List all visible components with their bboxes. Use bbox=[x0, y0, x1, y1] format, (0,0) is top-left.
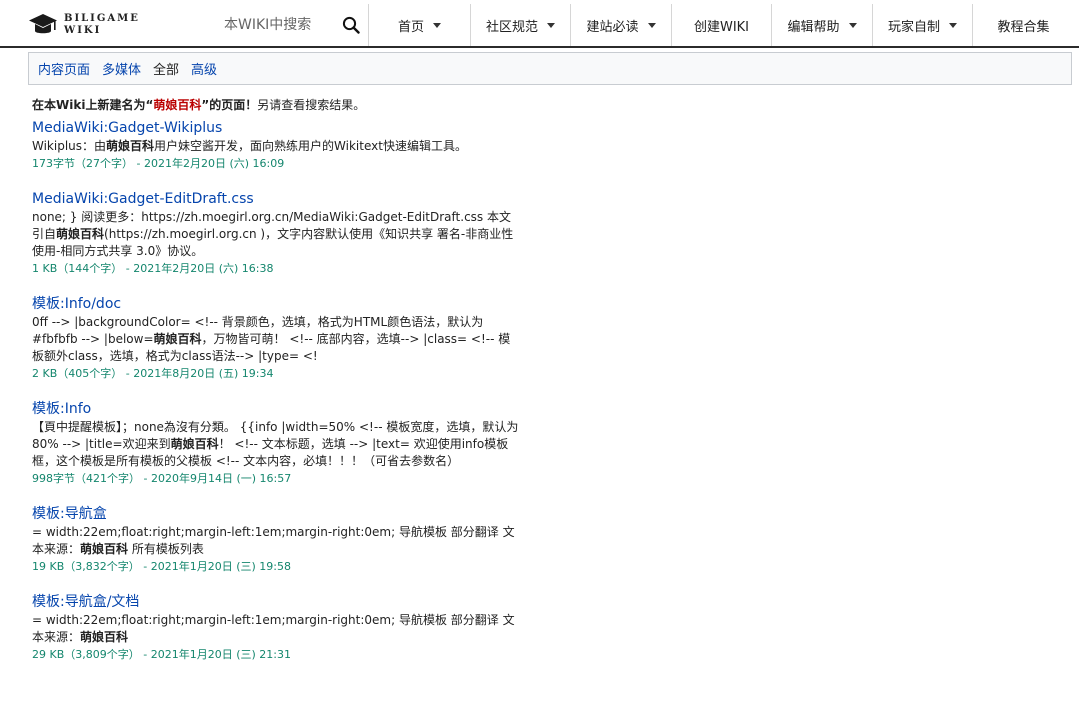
search-results: 在本Wiki上新建名为“萌娘百科”的页面！另请查看搜索结果。 MediaWiki… bbox=[32, 96, 522, 664]
search-result: MediaWiki:Gadget-EditDraft.css none; } 阅读… bbox=[32, 189, 522, 278]
nav-item-label: 创建WIKI bbox=[693, 19, 750, 35]
search-profile-link[interactable]: 高级 bbox=[191, 59, 217, 78]
result-snippet: 【頁中提醒模板】；none為沒有分類。 {{info |width=50% <!… bbox=[32, 419, 522, 470]
result-meta: 998字节（421个字） - 2020年9月14日 (一) 16:57 bbox=[32, 472, 292, 485]
nav-item[interactable]: 建站必读 bbox=[570, 4, 671, 46]
snippet-match: 萌娘百科 bbox=[170, 437, 219, 451]
nav-item[interactable]: 编辑帮助 bbox=[771, 4, 872, 46]
result-snippet: none; } 阅读更多：https://zh.moegirl.org.cn/M… bbox=[32, 209, 522, 260]
result-snippet: = width:22em;float:right;margin-left:1em… bbox=[32, 612, 522, 646]
result-title-link[interactable]: 模板:Info/doc bbox=[32, 294, 522, 314]
result-meta: 173字节（27个字） - 2021年2月20日 (六) 16:09 bbox=[32, 157, 285, 170]
search-result: MediaWiki:Gadget-Wikiplus Wikiplus：由萌娘百科用… bbox=[32, 118, 522, 173]
search-profile-bar: 内容页面 多媒体 全部 高级 bbox=[28, 52, 1072, 85]
search-result: 模板:Info/doc 0ff --> |backgroundColor= <!-… bbox=[32, 294, 522, 383]
result-snippet: 0ff --> |backgroundColor= <!-- 背景颜色，选填，格… bbox=[32, 314, 522, 365]
notice-extra: 另请查看搜索结果。 bbox=[257, 98, 366, 112]
search-profile-link[interactable]: 内容页面 bbox=[38, 59, 90, 78]
results-list: MediaWiki:Gadget-Wikiplus Wikiplus：由萌娘百科用… bbox=[32, 118, 522, 664]
search-result: 模板:导航盒/文档 = width:22em;float:right;margin… bbox=[32, 592, 522, 664]
search-profile-link[interactable]: 多媒体 bbox=[102, 59, 141, 78]
top-navbar: BILIGAME WIKI 首页 社区规范 建站必读 创建WIKI 编辑帮助 玩家自制 教程… bbox=[0, 0, 1079, 48]
result-meta: 2 KB（405个字） - 2021年8月20日 (五) 19:34 bbox=[32, 367, 274, 380]
search-result: 模板:导航盒 = width:22em;float:right;margin-le… bbox=[32, 504, 522, 576]
snippet-text: Wikiplus：由 bbox=[32, 139, 107, 153]
result-meta: 1 KB（144个字） - 2021年2月20日 (六) 16:38 bbox=[32, 262, 274, 275]
snippet-text: 用户妹空酱开发，面向熟练用户的Wikitext快速编辑工具。 bbox=[154, 139, 467, 153]
nav-item-label: 首页 bbox=[397, 19, 424, 35]
result-meta: 29 KB（3,809个字） - 2021年1月20日 (三) 21:31 bbox=[32, 648, 291, 661]
snippet-match: 萌娘百科 bbox=[106, 139, 155, 153]
result-meta: 19 KB（3,832个字） - 2021年1月20日 (三) 19:58 bbox=[32, 560, 291, 573]
chevron-down-icon bbox=[949, 22, 957, 28]
chevron-down-icon bbox=[433, 22, 441, 28]
search-icon bbox=[342, 16, 360, 34]
snippet-match: 萌娘百科 bbox=[56, 227, 105, 241]
nav-item-label: 建站必读 bbox=[586, 19, 639, 35]
nav-item[interactable]: 教程合集 bbox=[972, 4, 1074, 46]
snippet-text: (https://zh.moegirl.org.cn )，文字内容默认使用《知识… bbox=[32, 227, 514, 258]
graduation-cap-icon bbox=[29, 14, 57, 34]
chevron-down-icon bbox=[547, 22, 555, 28]
chevron-down-icon bbox=[647, 22, 656, 28]
result-title-link[interactable]: MediaWiki:Gadget-EditDraft.css bbox=[32, 189, 522, 209]
search-button[interactable] bbox=[336, 10, 366, 40]
nav-item[interactable]: 创建WIKI bbox=[671, 4, 771, 46]
nav-item-label: 社区规范 bbox=[485, 19, 538, 35]
result-title-link[interactable]: MediaWiki:Gadget-Wikiplus bbox=[32, 118, 522, 138]
search-result: 模板:Info 【頁中提醒模板】；none為沒有分類。 {{info |width… bbox=[32, 399, 522, 488]
snippet-match: 萌娘百科 bbox=[153, 332, 202, 346]
main-nav: 首页 社区规范 建站必读 创建WIKI 编辑帮助 玩家自制 教程合集 bbox=[368, 4, 1074, 46]
nav-item[interactable]: 首页 bbox=[368, 4, 470, 46]
result-title-link[interactable]: 模板:导航盒 bbox=[32, 504, 522, 524]
logo-line2: WIKI bbox=[64, 25, 102, 36]
result-snippet: = width:22em;float:right;margin-left:1em… bbox=[32, 524, 522, 558]
search-box bbox=[224, 10, 366, 40]
nav-item[interactable]: 玩家自制 bbox=[872, 4, 972, 46]
notice-suffix: ”的页面！ bbox=[201, 98, 258, 112]
result-snippet: Wikiplus：由萌娘百科用户妹空酱开发，面向熟练用户的Wikitext快速编… bbox=[32, 138, 522, 155]
logo-line1: BILIGAME bbox=[64, 13, 140, 24]
snippet-text: 所有模板列表 bbox=[128, 542, 204, 556]
chevron-down-icon bbox=[848, 22, 857, 28]
site-logo[interactable]: BILIGAME WIKI bbox=[28, 12, 140, 38]
search-profile-link[interactable]: 全部 bbox=[153, 59, 179, 78]
snippet-match: 萌娘百科 bbox=[80, 542, 129, 556]
create-page-link[interactable]: 萌娘百科 bbox=[153, 98, 201, 112]
logo-text: BILIGAME WIKI bbox=[64, 13, 140, 37]
nav-item-label: 教程合集 bbox=[997, 19, 1050, 35]
result-title-link[interactable]: 模板:Info bbox=[32, 399, 522, 419]
nav-item[interactable]: 社区规范 bbox=[470, 4, 570, 46]
notice-prefix: 在本Wiki上新建名为“ bbox=[32, 98, 154, 112]
create-page-notice: 在本Wiki上新建名为“萌娘百科”的页面！另请查看搜索结果。 bbox=[32, 96, 522, 114]
nav-item-label: 玩家自制 bbox=[887, 19, 940, 35]
search-input[interactable] bbox=[224, 11, 332, 39]
result-title-link[interactable]: 模板:导航盒/文档 bbox=[32, 592, 522, 612]
nav-item-label: 编辑帮助 bbox=[787, 19, 840, 35]
snippet-match: 萌娘百科 bbox=[80, 630, 129, 644]
